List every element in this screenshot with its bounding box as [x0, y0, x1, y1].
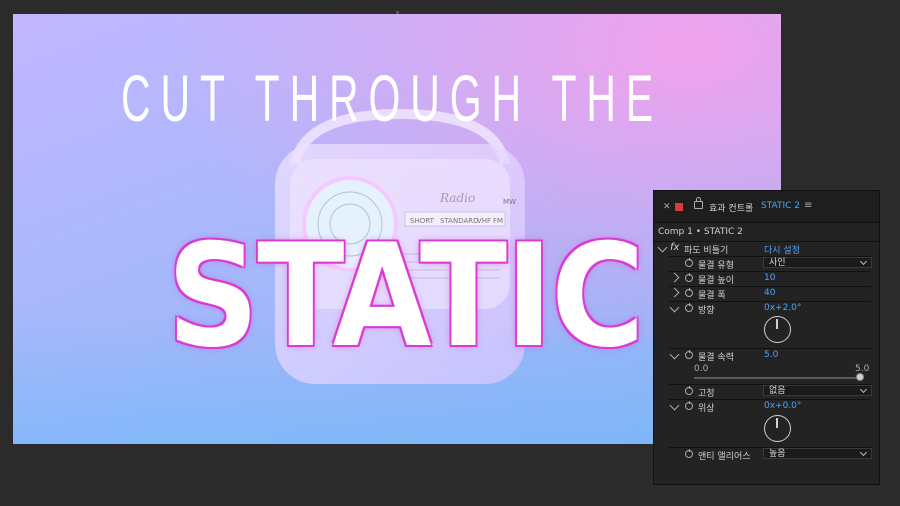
chevron-right-icon[interactable] [669, 272, 680, 283]
direction-value[interactable]: 0x+2.0° [764, 303, 801, 313]
prop-direction[interactable]: 방향 0x+2.0° [654, 302, 879, 316]
prop-wave-speed[interactable]: 물결 속력 5.0 [654, 349, 879, 363]
stopwatch-icon[interactable] [685, 258, 693, 267]
prop-label: 물결 폭 [698, 291, 726, 301]
chevron-down-icon[interactable] [669, 400, 680, 411]
prop-wave-height[interactable]: 물결 높이 10 [654, 272, 879, 286]
headline-top: CUT THROUGH THE [121, 61, 664, 135]
effect-name: 파도 비틀기 [684, 246, 729, 256]
pinning-dropdown[interactable]: 없음 [763, 385, 872, 396]
stopwatch-icon[interactable] [685, 386, 693, 395]
panel-title[interactable]: 효과 컨트롤 [709, 201, 753, 214]
stopwatch-icon[interactable] [685, 273, 693, 282]
radio-band-label: MW [503, 198, 516, 206]
wave-type-dropdown[interactable]: 사인 [763, 257, 872, 268]
prop-label: 고정 [698, 389, 715, 399]
stopwatch-icon[interactable] [685, 303, 693, 312]
stopwatch-icon[interactable] [685, 449, 693, 458]
comp-path: Comp 1 • STATIC 2 [658, 227, 743, 237]
chevron-down-icon[interactable] [669, 302, 680, 313]
close-icon[interactable]: ✕ [663, 202, 671, 212]
chevron-right-icon[interactable] [669, 287, 680, 298]
dropdown-value: 없음 [769, 386, 786, 396]
prop-label: 물결 속력 [698, 353, 734, 363]
slider-min-label: 0.0 [694, 364, 709, 374]
panel-layer-name[interactable]: STATIC 2 [761, 201, 800, 211]
prop-label: 앤티 앨리어스 [698, 452, 751, 462]
panel-header: ✕ 효과 컨트롤 STATIC 2 ≡ [654, 191, 879, 223]
chevron-down-icon [859, 257, 868, 266]
prop-antialiasing[interactable]: 앤티 앨리어스 높음 [654, 448, 879, 462]
dropdown-value: 높음 [769, 449, 786, 459]
headline-main: STATIC [167, 214, 645, 379]
lock-icon[interactable] [694, 197, 703, 209]
prop-wave-type[interactable]: 물결 유형 사인 [654, 257, 879, 271]
prop-label: 물결 높이 [698, 276, 734, 286]
panel-menu-icon[interactable]: ≡ [804, 200, 812, 211]
label-color-swatch [675, 203, 683, 211]
stopwatch-icon[interactable] [685, 288, 693, 297]
wave-speed-slider-track[interactable] [694, 377, 860, 379]
fx-icon[interactable]: fx [670, 242, 679, 253]
stopwatch-icon[interactable] [685, 350, 693, 359]
prop-wave-width[interactable]: 물결 폭 40 [654, 287, 879, 301]
reset-link[interactable]: 다시 설정 [764, 243, 800, 256]
chevron-down-icon[interactable] [669, 349, 680, 360]
prop-label: 물결 유형 [698, 261, 734, 271]
wave-height-value[interactable]: 10 [764, 273, 775, 283]
antialiasing-dropdown[interactable]: 높음 [763, 448, 872, 459]
chevron-down-icon[interactable] [657, 242, 668, 253]
prop-label: 방향 [698, 306, 715, 316]
prop-label: 위상 [698, 404, 715, 414]
phase-value[interactable]: 0x+0.0° [764, 401, 801, 411]
chevron-down-icon [859, 385, 868, 394]
wave-speed-slider-thumb[interactable] [856, 373, 864, 381]
direction-dial[interactable] [764, 316, 791, 343]
phase-dial[interactable] [764, 415, 791, 442]
prop-phase[interactable]: 위상 0x+0.0° [654, 400, 879, 414]
radio-brand-label: Radio [439, 191, 475, 205]
prop-pinning[interactable]: 고정 없음 [654, 385, 879, 399]
effect-controls-panel[interactable]: ✕ 효과 컨트롤 STATIC 2 ≡ Comp 1 • STATIC 2 fx… [653, 190, 880, 485]
wave-width-value[interactable]: 40 [764, 288, 775, 298]
wave-speed-value[interactable]: 5.0 [764, 350, 778, 360]
stopwatch-icon[interactable] [685, 401, 693, 410]
chevron-down-icon [859, 448, 868, 457]
dropdown-value: 사인 [769, 258, 786, 268]
effect-row-wave-warp[interactable]: fx 파도 비틀기 다시 설정 [654, 242, 879, 256]
